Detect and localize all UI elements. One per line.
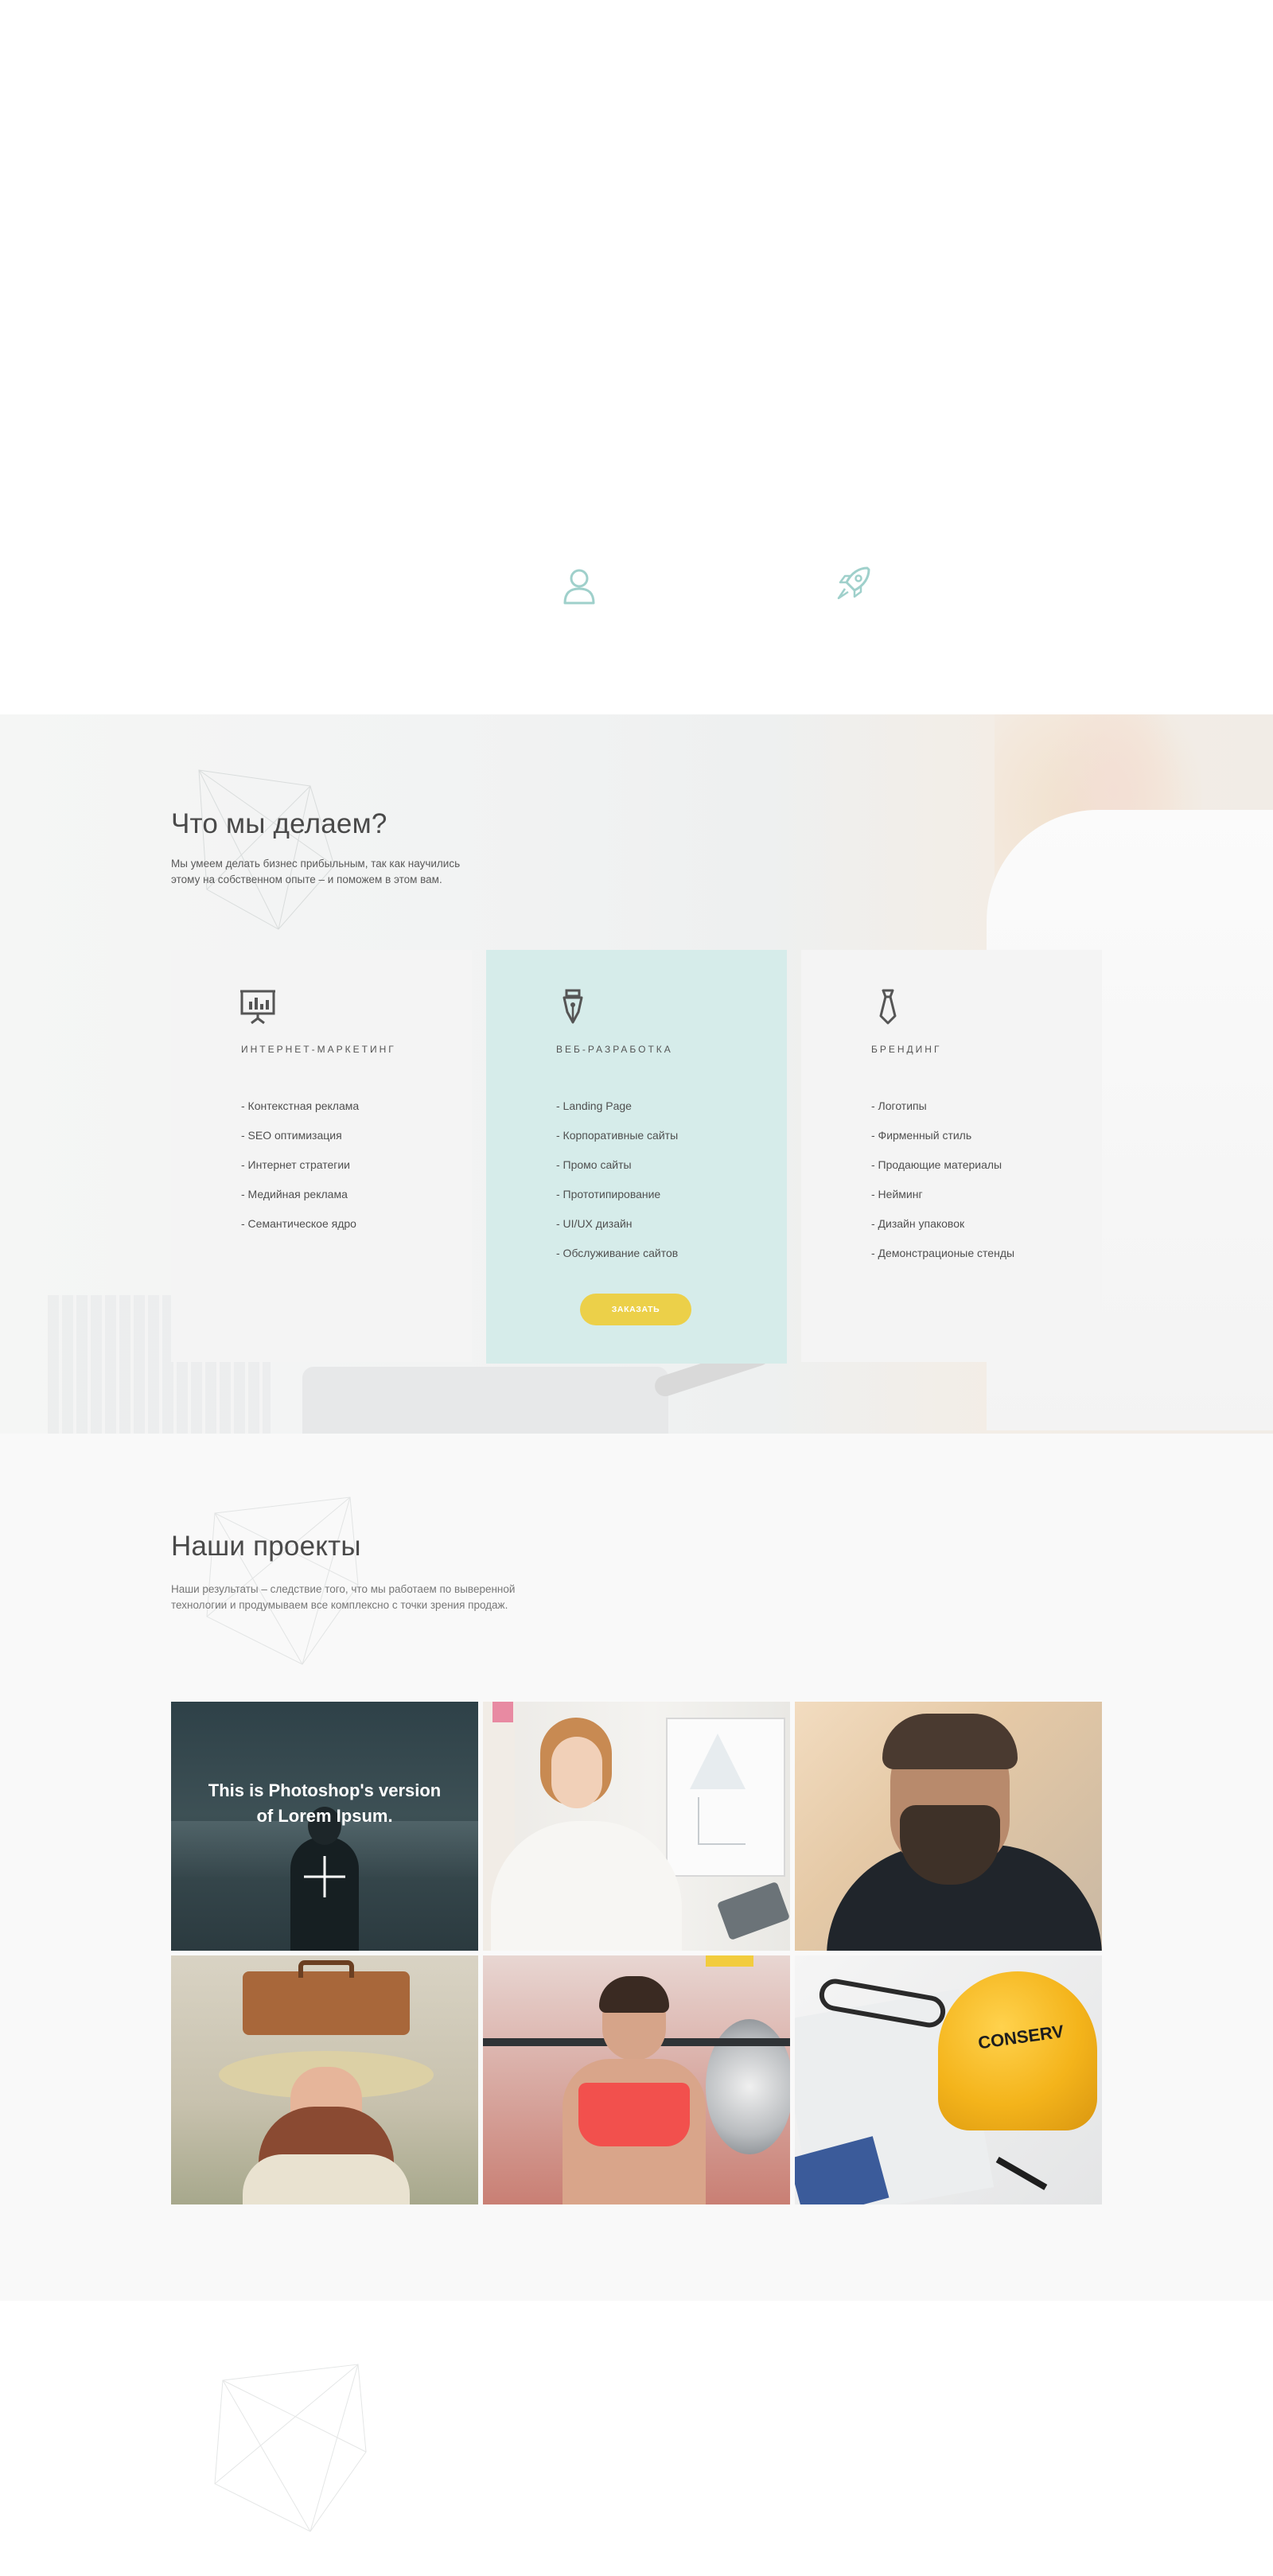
necktie-icon: [870, 988, 906, 1025]
services-subtitle-line2: этому на собственном опыте – и поможем в…: [171, 874, 442, 885]
projects-subtitle-line2: технологии и продумываем все комплексно …: [171, 1599, 508, 1611]
featured-caption: This is Photoshop's version of Lorem Ips…: [171, 1778, 478, 1829]
list-item: - Промо сайты: [556, 1158, 632, 1171]
projects-title: Наши проекты: [171, 1531, 361, 1562]
card-title: ВЕБ-РАЗРАБОТКА: [556, 1044, 673, 1055]
list-item: - Фирменный стиль: [871, 1129, 972, 1142]
service-list: - Контекстная реклама - SEO оптимизация …: [241, 1098, 359, 1245]
project-tile-woman-barbell[interactable]: [483, 1955, 790, 2204]
footer-section: [0, 2301, 1273, 2576]
card-title: ИНТЕРНЕТ-МАРКЕТИНГ: [241, 1044, 396, 1055]
plus-icon[interactable]: [302, 1854, 347, 1899]
list-item: - Продающие материалы: [871, 1158, 1002, 1171]
rocket-icon: [835, 565, 872, 601]
list-item: - Демонстрационые стенды: [871, 1247, 1015, 1259]
services-section: Что мы делаем? Мы умеем делать бизнес пр…: [0, 714, 1273, 1434]
service-card-web-development: ВЕБ-РАЗРАБОТКА - Landing Page - Корпорат…: [486, 950, 787, 1364]
polygon-decoration: [183, 754, 342, 937]
list-item: - Семантическое ядро: [241, 1217, 356, 1230]
background-photo-tablet: [302, 1367, 668, 1434]
project-tile-featured[interactable]: This is Photoshop's version of Lorem Ips…: [171, 1702, 478, 1951]
list-item: - Контекстная реклама: [241, 1099, 360, 1112]
list-item: - Прототипирование: [556, 1188, 661, 1200]
service-card-marketing: ИНТЕРНЕТ-МАРКЕТИНГ - Контекстная реклама…: [171, 950, 472, 1362]
list-item: - UI/UX дизайн: [556, 1217, 633, 1230]
services-title: Что мы делаем?: [171, 808, 387, 839]
card-title: БРЕНДИНГ: [871, 1044, 942, 1055]
services-subtitle: Мы умеем делать бизнес прибыльным, так к…: [171, 856, 460, 888]
projects-section: Наши проекты Наши результаты – следствие…: [0, 1434, 1273, 2301]
project-tile-bearded-man[interactable]: [795, 1702, 1102, 1951]
list-item: - SEO оптимизация: [241, 1129, 342, 1142]
project-tile-construction-helmet[interactable]: CONSERV: [795, 1955, 1102, 2204]
services-subtitle-line1: Мы умеем делать бизнес прибыльным, так к…: [171, 858, 461, 870]
featured-caption-line2: of Lorem Ipsum.: [256, 1806, 393, 1826]
project-tile-woman-suitcase[interactable]: [171, 1955, 478, 2204]
pen-nib-icon: [555, 988, 591, 1025]
list-item: - Landing Page: [556, 1099, 632, 1112]
service-list: - Логотипы - Фирменный стиль - Продающие…: [871, 1098, 1014, 1274]
list-item: - Дизайн упаковок: [871, 1217, 965, 1230]
list-item: - Корпоративные сайты: [556, 1129, 679, 1142]
projects-subtitle-line1: Наши результаты – следствие того, что мы…: [171, 1583, 516, 1595]
service-list: - Landing Page - Корпоративные сайты - П…: [556, 1098, 678, 1274]
list-item: - Медийная реклама: [241, 1188, 348, 1200]
project-tile-businesswoman[interactable]: [483, 1702, 790, 1951]
polygon-decoration: [191, 1489, 374, 1672]
list-item: - Интернет стратегии: [241, 1158, 350, 1171]
list-item: - Обслуживание сайтов: [556, 1247, 679, 1259]
user-icon: [562, 566, 597, 605]
list-item: - Логотипы: [871, 1099, 927, 1112]
polygon-decoration: [199, 2356, 382, 2539]
list-item: - Нейминг: [871, 1188, 923, 1200]
hero-section: [0, 0, 1273, 714]
featured-caption-line1: This is Photoshop's version: [208, 1780, 442, 1800]
service-card-branding: БРЕНДИНГ - Логотипы - Фирменный стиль - …: [801, 950, 1102, 1362]
projects-subtitle: Наши результаты – следствие того, что мы…: [171, 1582, 515, 1613]
order-button[interactable]: ЗАКАЗАТЬ: [580, 1294, 691, 1325]
presentation-chart-icon: [239, 988, 276, 1025]
